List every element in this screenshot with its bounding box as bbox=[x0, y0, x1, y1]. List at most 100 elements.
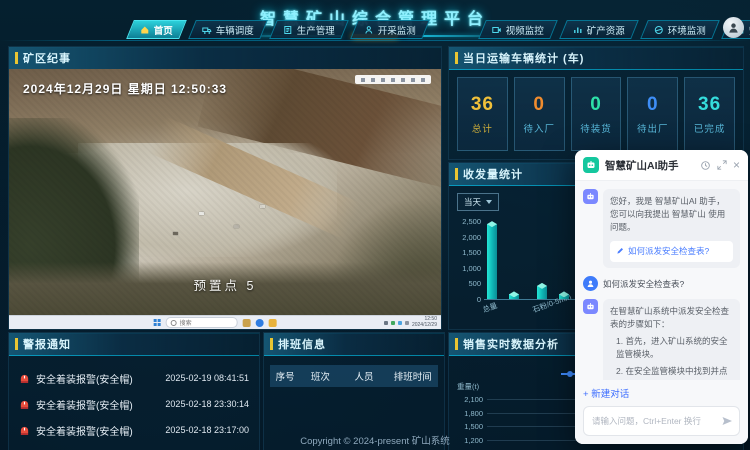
close-icon[interactable]: × bbox=[733, 158, 740, 172]
tray-icon bbox=[398, 321, 402, 325]
robot-face-icon bbox=[586, 302, 595, 311]
environment-icon bbox=[654, 25, 664, 35]
windows-start-icon bbox=[154, 319, 161, 326]
y-axis-tick: 500 bbox=[457, 279, 481, 288]
preset-point-label: 预置点 5 bbox=[9, 275, 441, 294]
y-axis-tick: 0 bbox=[457, 295, 481, 304]
robot-icon bbox=[586, 160, 596, 170]
tray-icon bbox=[391, 321, 395, 325]
tab-environment-monitor[interactable]: 环境监测 bbox=[640, 20, 720, 39]
tab-production[interactable]: 生产管理 bbox=[269, 20, 349, 39]
bar-石粉/0-5mm-series-2 bbox=[559, 294, 569, 299]
stat-cards: 36 总计 0 待入厂 0 待装货 0 待出厂 36 已完成 bbox=[457, 77, 735, 151]
suggested-question-chip[interactable]: 如何派发安全检查表? bbox=[610, 241, 733, 262]
stat-value: 36 bbox=[698, 94, 721, 116]
sales-y-axis-label: 重量(t) bbox=[457, 381, 479, 392]
taskbar-center: 搜索 bbox=[154, 316, 277, 329]
tab-mineral-resources[interactable]: 矿产资源 bbox=[559, 20, 639, 39]
alarm-text: 安全着装报警(安全帽) bbox=[36, 397, 159, 412]
ai-header: 智慧矿山AI助手 × bbox=[575, 150, 748, 181]
stat-value: 0 bbox=[590, 94, 602, 116]
tray-icon bbox=[405, 321, 409, 325]
tab-label: 生产管理 bbox=[297, 23, 335, 37]
tab-label: 车辆调度 bbox=[216, 23, 254, 37]
stat-label: 已完成 bbox=[694, 121, 726, 135]
new-chat-button[interactable]: + 新建对话 bbox=[583, 386, 740, 400]
ai-greeting: 您好，我是 智慧矿山AI 助手，您可以向我提出 智慧矿山 使用问题。 bbox=[610, 196, 725, 232]
user-message: 如何派发安全检查表? bbox=[583, 276, 740, 291]
taskbar-tray: 12:50 2024/12/29 bbox=[384, 317, 437, 328]
panel-vehicle-stats-header: 当日运输车辆统计 (车) bbox=[449, 47, 743, 70]
user-chat-avatar bbox=[583, 276, 598, 291]
bar-总量-series-2 bbox=[509, 294, 519, 299]
taskbar-search-label: 搜索 bbox=[180, 318, 192, 327]
bot-bubble: 您好，我是 智慧矿山AI 助手，您可以向我提出 智慧矿山 使用问题。 如何派发安… bbox=[603, 189, 740, 268]
app-header: 智慧矿山综合管理平台 首页 车辆调度 生 bbox=[0, 0, 750, 42]
folder-icon bbox=[269, 319, 277, 327]
home-icon bbox=[140, 25, 150, 35]
panel-title: 销售实时数据分析 bbox=[463, 336, 559, 352]
stat-card: 0 待装货 bbox=[571, 77, 622, 151]
expand-icon[interactable] bbox=[717, 160, 727, 170]
send-icon[interactable] bbox=[721, 414, 733, 432]
nav-tabs-right: 视频监控 矿产资源 环境监测 安全监管 bbox=[482, 20, 750, 39]
bar-chart-icon bbox=[573, 25, 583, 35]
bot-bubble-answer: 在智慧矿山系统中派发安全检查表的步骤如下： 1. 首先，进入矿山系统的安全监管模… bbox=[603, 299, 740, 380]
ai-assistant-panel: 智慧矿山AI助手 × 您好，我是 智慧矿山AI 助手，您可以向我提出 智慧矿山 … bbox=[575, 150, 748, 444]
x-axis-label: 总量 bbox=[481, 300, 499, 315]
ai-input-wrap bbox=[583, 406, 740, 436]
alarm-list: 安全着装报警(安全帽) 2025-02-19 08:41:51 安全着装报警(安… bbox=[9, 365, 259, 443]
panel-title: 警报通知 bbox=[23, 336, 71, 352]
bot-message: 您好，我是 智慧矿山AI 助手，您可以向我提出 智慧矿山 使用问题。 如何派发安… bbox=[583, 189, 740, 268]
stat-card: 0 待入厂 bbox=[514, 77, 565, 151]
ai-footer: + 新建对话 bbox=[575, 380, 748, 444]
chevron-down-icon bbox=[486, 200, 492, 204]
mine-aerial-view: 2024年12月29日 星期日 12:50:33 预置点 5 bbox=[9, 69, 441, 316]
tab-mining-monitor[interactable]: 开采监测 bbox=[350, 20, 430, 39]
answer-step: 2. 在安全监管模块中找到并点击“安全检查”选项。 bbox=[610, 365, 733, 380]
person-icon bbox=[586, 279, 595, 288]
tab-home[interactable]: 首页 bbox=[126, 20, 187, 39]
tab-vehicle-dispatch[interactable]: 车辆调度 bbox=[188, 20, 268, 39]
stat-card: 36 总计 bbox=[457, 77, 508, 151]
time-filter-dropdown[interactable]: 当天 bbox=[457, 193, 499, 211]
y-axis-tick: 2,000 bbox=[457, 233, 481, 242]
ai-title: 智慧矿山AI助手 bbox=[605, 158, 694, 173]
video-icon bbox=[492, 25, 502, 35]
tray-icon bbox=[384, 321, 388, 325]
column-header: 序号 bbox=[270, 369, 300, 383]
windows-taskbar: 搜索 12:50 2024/12/29 bbox=[9, 315, 441, 329]
ai-question-input[interactable] bbox=[583, 406, 740, 436]
panel-vehicle-stats: 当日运输车辆统计 (车) 36 总计 0 待入厂 0 待装货 0 待出厂 36 … bbox=[448, 46, 744, 160]
video-feed: 2024年12月29日 星期日 12:50:33 预置点 5 搜索 bbox=[9, 69, 441, 329]
stat-value: 36 bbox=[471, 94, 494, 116]
suggestion-text: 如何派发安全检查表? bbox=[628, 245, 709, 258]
schedule-table-header: 序号 班次 人员 排班时间 bbox=[270, 365, 438, 387]
stat-label: 待入厂 bbox=[523, 121, 555, 135]
tab-label: 环境监测 bbox=[668, 23, 706, 37]
alarm-row[interactable]: 安全着装报警(安全帽) 2025-02-18 23:30:14 bbox=[9, 391, 259, 417]
alarm-icon bbox=[19, 373, 30, 384]
y-axis-tick: 1,500 bbox=[457, 248, 481, 257]
taskbar-search: 搜索 bbox=[166, 317, 238, 328]
stat-card: 0 待出厂 bbox=[627, 77, 678, 151]
bot-avatar bbox=[583, 299, 598, 314]
bar-石粉/0-5mm-series-1 bbox=[537, 286, 547, 299]
ai-logo bbox=[583, 157, 599, 173]
video-control-strip[interactable] bbox=[355, 75, 431, 84]
tab-label: 矿产资源 bbox=[587, 23, 625, 37]
answer-intro: 在智慧矿山系统中派发安全检查表的步骤如下： bbox=[610, 305, 733, 331]
stat-value: 0 bbox=[647, 94, 659, 116]
monitor-person-icon bbox=[364, 25, 374, 35]
stat-label: 待装货 bbox=[580, 121, 612, 135]
history-icon[interactable] bbox=[700, 160, 711, 171]
bot-message: 在智慧矿山系统中派发安全检查表的步骤如下： 1. 首先，进入矿山系统的安全监管模… bbox=[583, 299, 740, 380]
tab-label: 首页 bbox=[154, 23, 173, 37]
column-header: 人员 bbox=[341, 369, 388, 383]
tab-video-monitor[interactable]: 视频监控 bbox=[478, 20, 558, 39]
time-filter-value: 当天 bbox=[464, 196, 481, 208]
alarm-row[interactable]: 安全着装报警(安全帽) 2025-02-19 08:41:51 bbox=[9, 365, 259, 391]
user-avatar[interactable] bbox=[723, 17, 744, 38]
robot-face-icon bbox=[586, 192, 595, 201]
stat-card: 36 已完成 bbox=[684, 77, 735, 151]
